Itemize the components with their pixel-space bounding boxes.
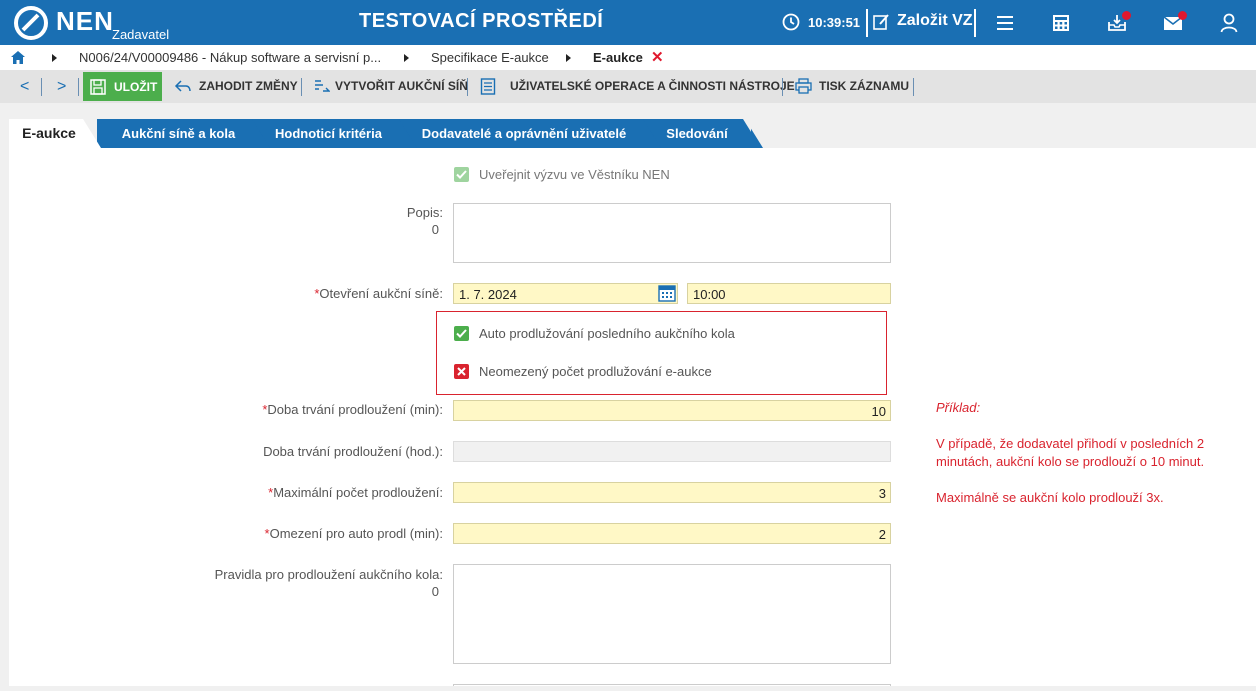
check-icon: [456, 329, 467, 338]
home-icon[interactable]: [11, 51, 25, 64]
unlimited-label: Neomezený počet prodlužování e-aukce: [479, 364, 712, 379]
limit-input[interactable]: 2: [453, 523, 891, 544]
rules-counter: 0: [431, 584, 439, 599]
print-record-button[interactable]: TISK ZÁZNAMU: [819, 79, 909, 93]
opening-time-value: 10:00: [693, 287, 726, 302]
nen-logo-icon[interactable]: [14, 6, 48, 40]
edit-icon[interactable]: [873, 13, 890, 31]
note-line: minutách, aukční kolo se prodlouží o 10 …: [936, 454, 1205, 469]
toolbar-divider: [78, 78, 79, 96]
header-divider: [974, 9, 976, 37]
print-icon: [795, 78, 812, 94]
save-button[interactable]: ULOŽIT: [83, 72, 162, 101]
note-line: V případě, že dodavatel přihodí v posled…: [936, 436, 1205, 451]
cross-icon: [457, 367, 466, 376]
note-title: Příklad:: [936, 400, 981, 415]
save-icon: [90, 79, 106, 95]
undo-icon: [174, 80, 191, 92]
toolbar-divider: [301, 78, 302, 96]
tab-dodavatele[interactable]: Dodavatelé a oprávnění uživatelé: [397, 119, 661, 148]
duration-hod-input: [453, 441, 891, 462]
tab-sledovani[interactable]: Sledování: [643, 119, 761, 148]
tab-aukcni-sine[interactable]: Aukční síně a kola: [97, 119, 270, 148]
breadcrumb-current: E-aukce: [593, 50, 643, 65]
duration-min-input[interactable]: 10: [453, 400, 891, 421]
new-vz-button[interactable]: Založit VZ: [897, 12, 973, 30]
limit-label: *Omezení pro auto prodl (min):: [264, 526, 443, 541]
opening-date-value: 1. 7. 2024: [459, 287, 517, 302]
duration-min-label: *Doba trvání prodloužení (min):: [262, 402, 443, 417]
limit-value: 2: [878, 527, 886, 542]
toolbar-divider: [782, 78, 783, 96]
duration-min-value: 10: [871, 404, 886, 419]
opening-date-input[interactable]: 1. 7. 2024: [453, 283, 678, 304]
session-time: 10:39:51: [808, 15, 861, 30]
highlight-frame: [436, 311, 887, 395]
inbox-badge: [1122, 11, 1131, 20]
menu-icon[interactable]: [994, 12, 1016, 34]
auto-extend-checkbox[interactable]: [454, 326, 469, 341]
check-icon: [456, 170, 467, 179]
toolbar-divider: [467, 78, 468, 96]
back-icon[interactable]: <: [20, 78, 29, 96]
breadcrumb-item[interactable]: N006/24/V00009486 - Nákup software a ser…: [79, 50, 381, 65]
max-count-value: 3: [878, 486, 886, 501]
note-line: Maximálně se aukční kolo prodlouží 3x.: [936, 490, 1164, 505]
toolbar: < > ULOŽIT ZAHODIT ZMĚNY VYTVOŘIT AUKČNÍ…: [0, 70, 1256, 103]
calculator-icon[interactable]: [1050, 12, 1072, 34]
document-icon: [480, 78, 496, 95]
toolbar-divider: [913, 78, 914, 96]
rules-textarea[interactable]: [453, 564, 891, 664]
opening-time-input[interactable]: 10:00: [687, 283, 891, 304]
chevron-right-icon: [52, 54, 57, 62]
max-count-label: *Maximální počet prodloužení:: [268, 485, 443, 500]
discard-changes-button[interactable]: ZAHODIT ZMĚNY: [199, 79, 298, 93]
calendar-icon[interactable]: [657, 283, 677, 303]
breadcrumb: N006/24/V00009486 - Nákup software a ser…: [0, 45, 1256, 70]
chevron-right-icon: [566, 54, 571, 62]
unlimited-checkbox[interactable]: [454, 364, 469, 379]
popis-label: Popis:: [406, 205, 443, 220]
rules-label: Pravidla pro prodloužení aukčního kola:: [214, 567, 443, 582]
clock-icon: [782, 13, 800, 31]
tab-hodnotici-kriteria[interactable]: Hodnoticí kritéria: [250, 119, 417, 148]
save-label: ULOŽIT: [114, 80, 158, 94]
top-header: NEN Zadavatel TESTOVACÍ PROSTŘEDÍ 10:39:…: [0, 0, 1256, 45]
user-operations-button[interactable]: UŽIVATELSKÉ OPERACE A ČINNOSTI NÁSTROJE: [510, 79, 795, 93]
duration-hod-label: Doba trvání prodloužení (hod.):: [263, 444, 443, 459]
mail-badge: [1178, 11, 1187, 20]
auto-extend-label: Auto prodlužování posledního aukčního ko…: [479, 326, 735, 341]
close-icon[interactable]: ✕: [651, 48, 664, 66]
tab-e-aukce[interactable]: E-aukce: [9, 119, 101, 148]
publish-label: Uveřejnit výzvu ve Věstníku NEN: [479, 167, 670, 182]
logo-text: NEN: [56, 6, 114, 36]
create-auction-room-button[interactable]: VYTVOŘIT AUKČNÍ SÍŇ: [335, 79, 468, 93]
user-icon[interactable]: [1218, 12, 1240, 34]
popis-counter: 0: [431, 222, 439, 237]
environment-title: TESTOVACÍ PROSTŘEDÍ: [359, 10, 604, 32]
popis-textarea[interactable]: [453, 203, 891, 263]
header-divider: [866, 9, 868, 37]
role-label: Zadavatel: [112, 27, 170, 42]
breadcrumb-item[interactable]: Specifikace E-aukce: [431, 50, 549, 65]
forward-icon[interactable]: >: [57, 78, 66, 96]
opening-label: *Otevření aukční síně:: [314, 286, 443, 301]
toolbar-divider: [41, 78, 42, 96]
form-panel: Uveřejnit výzvu ve Věstníku NEN Popis: 0…: [9, 148, 1256, 686]
publish-checkbox[interactable]: [454, 167, 469, 182]
tab-bar: Sledování Dodavatelé a oprávnění uživate…: [0, 103, 1256, 148]
next-field-edge: [453, 684, 891, 686]
chevron-right-icon: [404, 54, 409, 62]
create-room-icon: [315, 80, 330, 92]
max-count-input[interactable]: 3: [453, 482, 891, 503]
